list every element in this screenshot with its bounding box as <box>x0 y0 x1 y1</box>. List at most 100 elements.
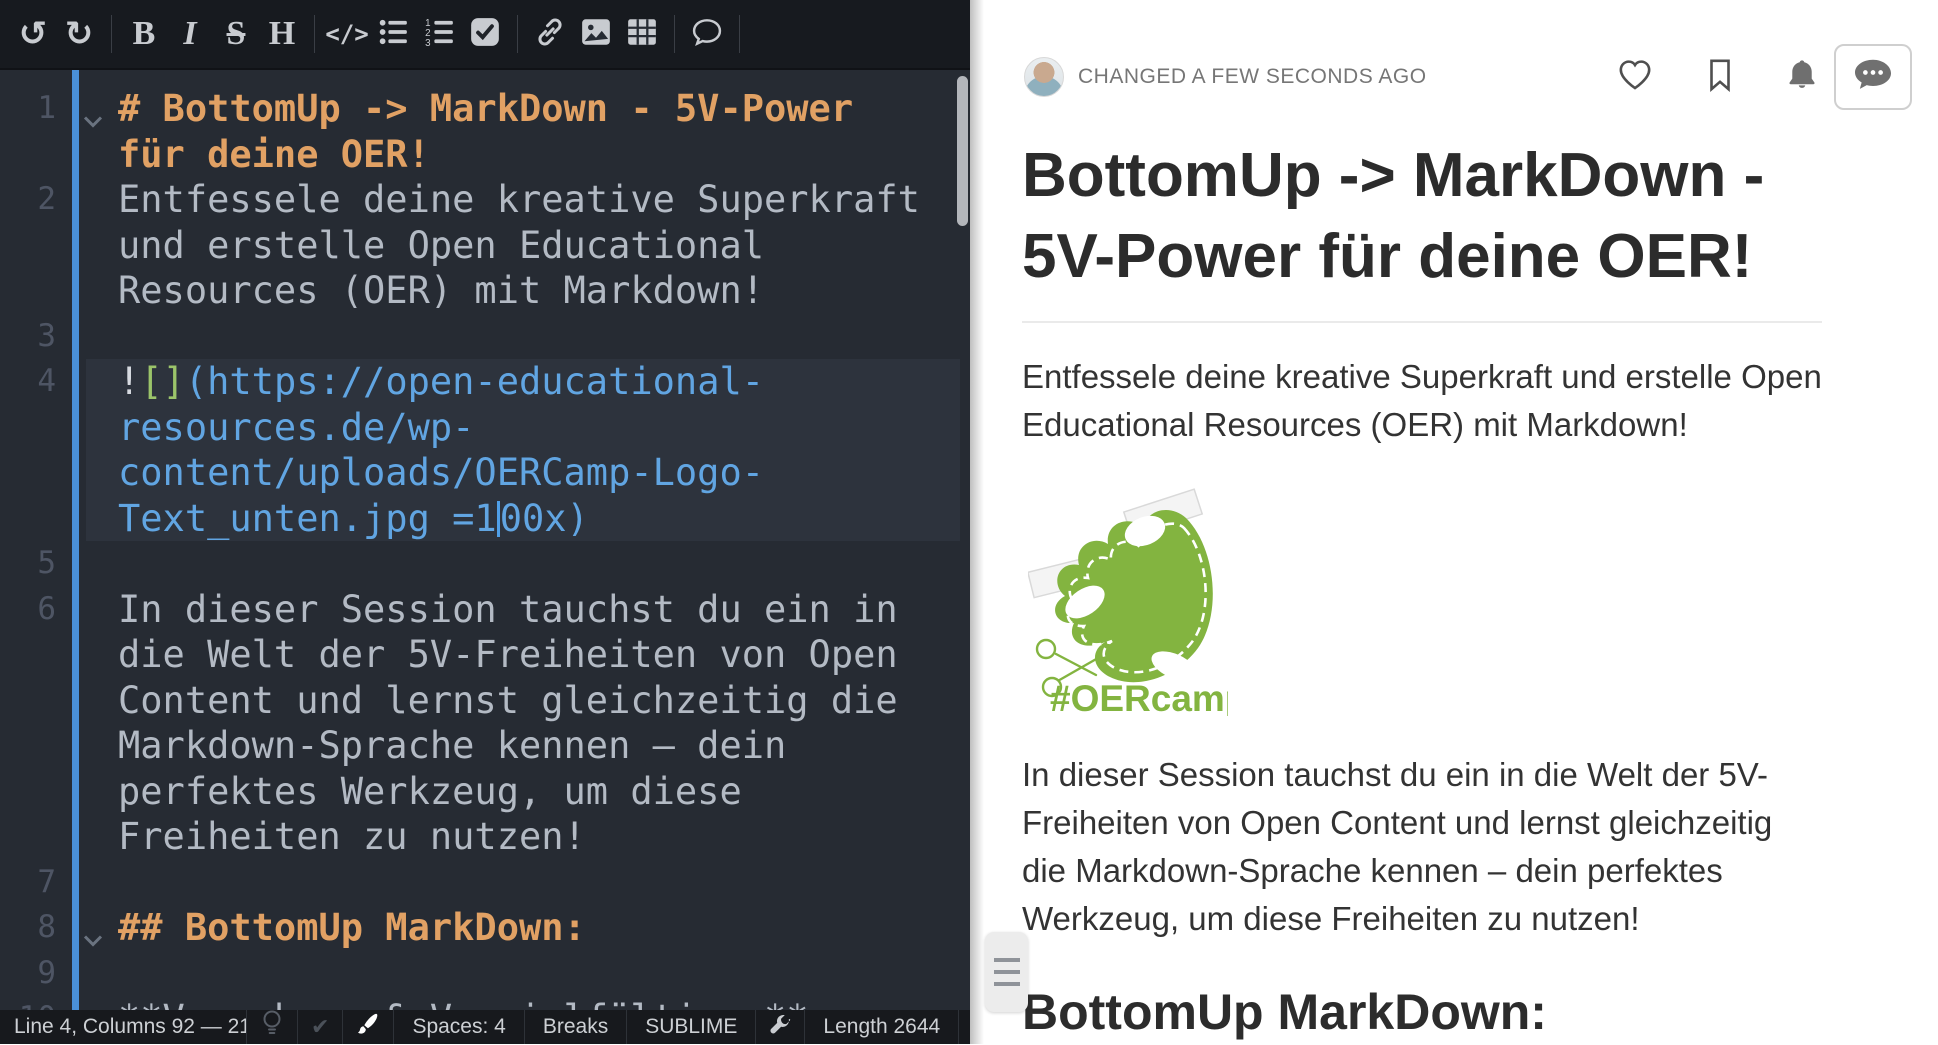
code-line[interactable]: Markdown-Sprache kennen – dein <box>118 723 966 769</box>
bell-button[interactable] <box>1786 58 1818 97</box>
bullet-list-button[interactable] <box>370 11 416 57</box>
brush-icon <box>356 1012 380 1042</box>
comment-filled-icon <box>1852 57 1894 98</box>
editor-row: resources.de/wp- <box>0 405 970 451</box>
line-number: 4 <box>0 359 56 405</box>
code-line[interactable]: und erstelle Open Educational <box>118 223 966 269</box>
link-button[interactable] <box>527 11 573 57</box>
fold-chevron-icon[interactable] <box>82 102 104 148</box>
code-line[interactable]: Freiheiten zu nutzen! <box>118 814 966 860</box>
table-button[interactable] <box>619 11 665 57</box>
wrench-toggle[interactable] <box>756 1010 805 1044</box>
line-number: 3 <box>0 314 56 360</box>
editor-row: Markdown-Sprache kennen – dein <box>0 723 970 769</box>
pane-divider-shadow <box>970 0 984 1044</box>
editor-row: 6 In dieser Session tauchst du ein in <box>0 587 970 633</box>
checklist-button[interactable] <box>462 11 508 57</box>
keymap-setting[interactable]: SUBLIME <box>627 1010 756 1044</box>
italic-button[interactable]: I <box>167 11 213 57</box>
line-number: 6 <box>0 587 56 633</box>
fold-chevron-icon[interactable] <box>82 921 104 967</box>
toc-grip[interactable] <box>985 932 1028 1012</box>
lightbulb-toggle[interactable] <box>247 1010 298 1044</box>
document-title: BottomUp -> MarkDown - 5V-Power für dein… <box>1022 136 1822 323</box>
line-number: 7 <box>0 860 56 906</box>
markdown-editor[interactable]: 1 # BottomUp -> MarkDown - 5V-Powerfür de… <box>0 70 970 1010</box>
heading-button[interactable]: H <box>259 11 305 57</box>
strikethrough-icon: S <box>227 17 246 51</box>
code-line[interactable]: Content und lernst gleichzeitig die <box>118 678 966 724</box>
bold-icon: B <box>133 17 156 51</box>
checklist-icon <box>470 17 500 52</box>
heart-button[interactable] <box>1616 58 1654 97</box>
toolbar-separator <box>739 15 740 53</box>
code-line[interactable]: content/uploads/OERCamp-Logo- <box>118 450 966 496</box>
toolbar-separator <box>517 15 518 53</box>
toolbar-separator <box>674 15 675 53</box>
undo-button[interactable]: ↺ <box>10 11 56 57</box>
intro-paragraph: Entfessele deine kreative Superkraft und… <box>1022 353 1822 449</box>
code-line[interactable]: ![](https://open-educational- <box>118 359 966 405</box>
editor-row: die Welt der 5V-Freiheiten von Open <box>0 632 970 678</box>
lightbulb-icon <box>260 1009 284 1045</box>
editor-row: 7 <box>0 860 970 906</box>
code-line[interactable]: resources.de/wp- <box>118 405 966 451</box>
rendered-markdown: BottomUp -> MarkDown - 5V-Power für dein… <box>1022 110 1822 1044</box>
comment-icon <box>691 16 723 53</box>
editor-row: für deine OER! <box>0 132 970 178</box>
code-line[interactable]: die Welt der 5V-Freiheiten von Open <box>118 632 966 678</box>
editor-lines: 1 # BottomUp -> MarkDown - 5V-Powerfür de… <box>0 86 970 1010</box>
toolbar-separator <box>111 15 112 53</box>
editor-row: 1 # BottomUp -> MarkDown - 5V-Power <box>0 86 970 132</box>
editor-row: content/uploads/OERCamp-Logo- <box>0 450 970 496</box>
line-number: 1 <box>0 86 56 132</box>
line-number: 5 <box>0 541 56 587</box>
code-line[interactable]: # BottomUp -> MarkDown - 5V-Power <box>118 86 966 132</box>
redo-icon: ↻ <box>65 17 94 51</box>
brush-toggle[interactable] <box>343 1010 394 1044</box>
editor-row: 5 <box>0 541 970 587</box>
image-icon <box>581 17 611 52</box>
code-line[interactable]: für deine OER! <box>118 132 966 178</box>
linebreak-setting[interactable]: Breaks <box>525 1010 627 1044</box>
code-line[interactable]: Text_unten.jpg =100x) <box>118 496 966 542</box>
editor-row: 2 Entfessele deine kreative Superkraft <box>0 177 970 223</box>
image-button[interactable] <box>573 11 619 57</box>
doc-length: Length 2644 <box>805 1010 959 1044</box>
line-number: 9 <box>0 951 56 997</box>
avatar[interactable] <box>1024 57 1064 97</box>
oercamp-logo: #OERcamp <box>1028 486 1228 721</box>
checkmark-toggle[interactable]: ✔ <box>298 1010 343 1044</box>
heading-icon: H <box>269 17 295 51</box>
link-icon <box>535 17 565 52</box>
redo-button[interactable]: ↻ <box>56 11 102 57</box>
editor-toolbar: ↺ ↻ BISH </> 123 <box>0 0 970 70</box>
line-number: 10 <box>0 996 56 1010</box>
code-line[interactable]: **Verwahren & Vervielfältigen** <box>118 996 966 1010</box>
ordered-list-button[interactable]: 123 <box>416 11 462 57</box>
document-actions <box>1616 58 1818 97</box>
code-line[interactable]: Entfessele deine kreative Superkraft <box>118 177 966 223</box>
code-line[interactable]: Resources (OER) mit Markdown! <box>118 268 966 314</box>
italic-icon: I <box>183 17 196 51</box>
strikethrough-button[interactable]: S <box>213 11 259 57</box>
wrench-icon <box>769 1013 791 1041</box>
svg-text:3: 3 <box>425 37 431 46</box>
bookmark-button[interactable] <box>1706 58 1734 97</box>
indent-setting[interactable]: Spaces: 4 <box>394 1010 524 1044</box>
line-number: 2 <box>0 177 56 223</box>
cursor-position: Line 4, Columns 92 — 21 <box>0 1010 247 1044</box>
bold-button[interactable]: B <box>121 11 167 57</box>
editor-row: 4 ![](https://open-educational- <box>0 359 970 405</box>
preview-pane: CHANGED A FEW SECONDS AGO BottomUp -> Ma… <box>970 0 1938 1044</box>
comment-button[interactable] <box>684 11 730 57</box>
code-button[interactable]: </> <box>324 11 370 57</box>
code-icon: </> <box>325 20 368 48</box>
editor-row: perfektes Werkzeug, um diese <box>0 769 970 815</box>
code-line[interactable]: In dieser Session tauchst du ein in <box>118 587 966 633</box>
code-line[interactable]: ## BottomUp MarkDown: <box>118 905 966 951</box>
editor-row: 8## BottomUp MarkDown: <box>0 905 970 951</box>
comments-button[interactable] <box>1834 44 1912 110</box>
code-line[interactable]: perfektes Werkzeug, um diese <box>118 769 966 815</box>
editor-scrollbar[interactable] <box>957 76 968 226</box>
